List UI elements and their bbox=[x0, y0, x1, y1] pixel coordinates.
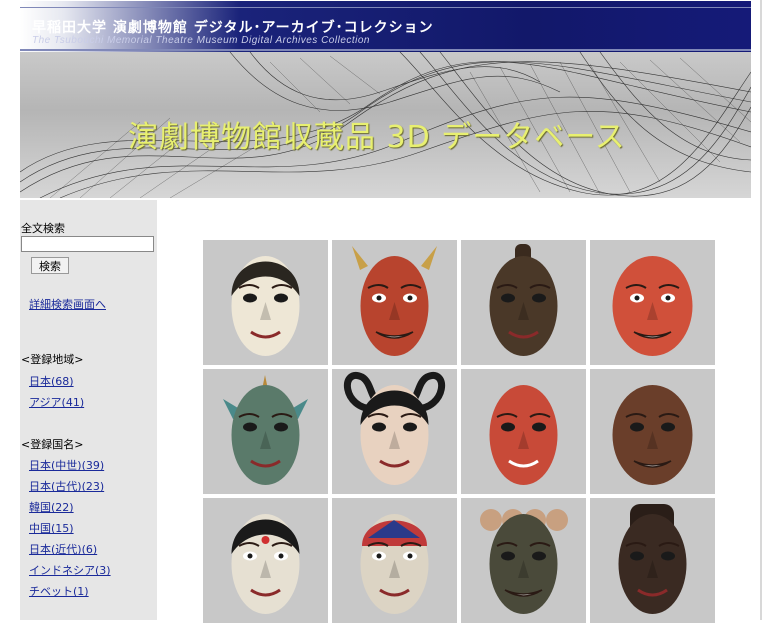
region-link-asia[interactable]: アジア(41) bbox=[29, 394, 84, 410]
sidebar: 全文検索 検索 詳細検索画面へ <登録地域> 日本(68) アジア(41) <登… bbox=[20, 200, 157, 620]
region-heading: <登録地域> bbox=[21, 353, 84, 366]
country-heading: <登録国名> bbox=[21, 438, 84, 451]
page-container: 早稲田大学 演劇博物館 デジタル･アーカイブ･コレクション The Tsubou… bbox=[20, 0, 751, 623]
dark-helmet-mask-icon bbox=[618, 504, 687, 614]
brown-wooden-mask-icon bbox=[612, 385, 693, 485]
country-link-japan-ancient[interactable]: 日本(古代)(23) bbox=[29, 478, 104, 494]
search-input[interactable] bbox=[21, 236, 154, 252]
hero-banner: 演劇博物館収蔵品 3D データベース bbox=[20, 52, 751, 198]
mask-thumbnail[interactable] bbox=[332, 369, 457, 494]
white-dotted-mask-icon bbox=[231, 514, 300, 614]
mask-thumbnail[interactable] bbox=[332, 240, 457, 365]
mask-thumbnail[interactable] bbox=[461, 498, 586, 623]
white-red-cap-mask-icon bbox=[360, 514, 429, 614]
site-subtitle: The Tsubouchi Memorial Theatre Museum Di… bbox=[32, 35, 370, 46]
mask-thumbnail[interactable] bbox=[461, 240, 586, 365]
banner-title: 演劇博物館収蔵品 3D データベース bbox=[128, 120, 626, 155]
noh-woman-mask-icon bbox=[231, 256, 300, 356]
header-divider bbox=[20, 7, 751, 8]
mask-thumbnail[interactable] bbox=[203, 498, 328, 623]
mask-thumbnail[interactable] bbox=[590, 498, 715, 623]
country-link-tibet[interactable]: チベット(1) bbox=[29, 583, 89, 599]
mask-thumbnail-grid bbox=[203, 240, 716, 623]
black-hair-loop-mask-icon bbox=[344, 372, 445, 485]
country-link-japan-modern[interactable]: 日本(近代)(6) bbox=[29, 541, 97, 557]
mask-thumbnail[interactable] bbox=[332, 498, 457, 623]
mask-thumbnail[interactable] bbox=[203, 240, 328, 365]
dark-wooden-mask-icon bbox=[489, 244, 558, 356]
mask-thumbnail[interactable] bbox=[203, 369, 328, 494]
site-title[interactable]: 早稲田大学 演劇博物館 デジタル･アーカイブ･コレクション bbox=[32, 17, 434, 37]
region-link-japan[interactable]: 日本(68) bbox=[29, 373, 74, 389]
page-right-border bbox=[760, 0, 762, 620]
header-divider-bottom bbox=[20, 49, 751, 51]
country-link-china[interactable]: 中国(15) bbox=[29, 520, 74, 536]
mask-thumbnail[interactable] bbox=[461, 369, 586, 494]
mask-thumbnail[interactable] bbox=[590, 240, 715, 365]
country-link-indonesia[interactable]: インドネシア(3) bbox=[29, 562, 111, 578]
skull-crown-mask-icon bbox=[480, 509, 568, 614]
site-header: 早稲田大学 演劇博物館 デジタル･アーカイブ･コレクション The Tsubou… bbox=[20, 0, 751, 53]
hannya-demon-mask-icon bbox=[352, 246, 437, 356]
advanced-search-link[interactable]: 詳細検索画面へ bbox=[29, 296, 106, 312]
mask-thumbnail[interactable] bbox=[590, 369, 715, 494]
country-link-japan-medieval[interactable]: 日本(中世)(39) bbox=[29, 457, 104, 473]
red-smiling-mask-icon bbox=[489, 385, 558, 485]
ornate-green-mask-icon bbox=[223, 375, 308, 485]
fulltext-search-heading: 全文検索 bbox=[21, 222, 65, 235]
country-link-korea[interactable]: 韓国(22) bbox=[29, 499, 74, 515]
red-tengu-mask-icon bbox=[612, 256, 693, 356]
search-button[interactable]: 検索 bbox=[31, 257, 69, 274]
